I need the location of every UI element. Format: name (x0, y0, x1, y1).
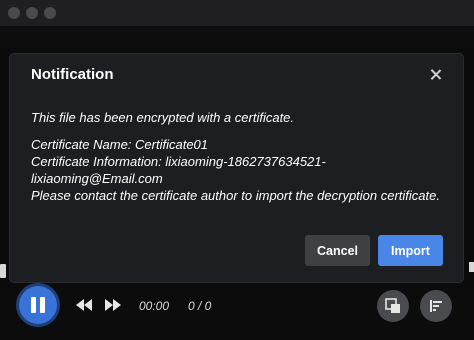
window-close-dot[interactable] (8, 7, 20, 19)
progress-track-end (469, 262, 474, 272)
playlist-button[interactable] (420, 290, 452, 322)
certificate-name: Certificate Name: Certificate01 (31, 137, 209, 152)
playlist-icon (430, 300, 442, 312)
pause-icon-bar (40, 297, 45, 313)
import-instruction: Please contact the certificate author to… (31, 188, 440, 203)
pause-icon (31, 297, 36, 313)
dialog-message: This file has been encrypted with a cert… (31, 109, 446, 204)
window-maximize-dot[interactable] (44, 7, 56, 19)
rewind-icon[interactable] (75, 298, 93, 312)
pause-button[interactable] (19, 286, 57, 324)
picture-in-picture-button[interactable] (377, 290, 409, 322)
playlist-count: 0 / 0 (188, 299, 212, 313)
fast-forward-icon[interactable] (104, 298, 122, 312)
import-button[interactable]: Import (378, 235, 443, 266)
notification-dialog: Notification This file has been encrypte… (10, 54, 463, 282)
encryption-notice: This file has been encrypted with a cert… (31, 110, 295, 125)
cancel-button[interactable]: Cancel (305, 235, 370, 266)
picture-in-picture-icon (385, 298, 400, 313)
close-icon[interactable] (429, 68, 443, 82)
certificate-information: Certificate Information: lixiaoming-1862… (31, 154, 326, 186)
progress-handle[interactable] (0, 264, 6, 278)
window-minimize-dot[interactable] (26, 7, 38, 19)
window-titlebar (0, 0, 474, 26)
current-time: 00:00 (139, 299, 170, 313)
app-background (0, 26, 474, 48)
dialog-title: Notification (31, 66, 114, 83)
